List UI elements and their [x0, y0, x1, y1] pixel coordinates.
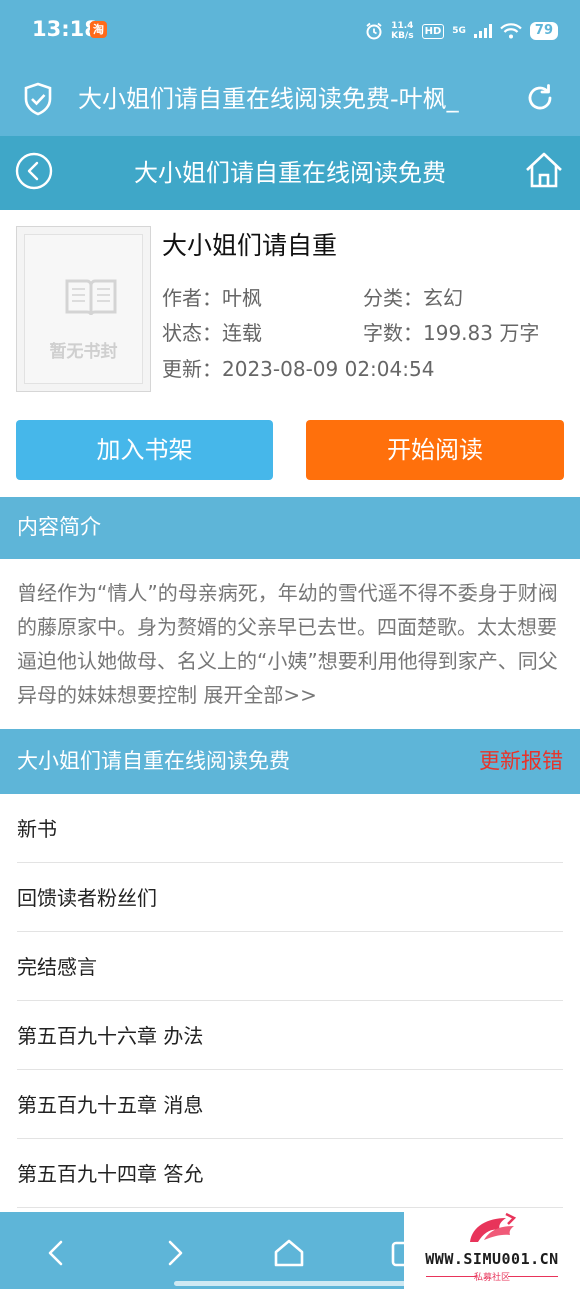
- watermark-divider-right: [508, 1276, 558, 1277]
- intro-heading: 内容简介: [17, 515, 101, 539]
- forward-arrow-icon[interactable]: [157, 1236, 191, 1270]
- status-bar: 13:18 淘 11.4 KB/s HD 5G 79: [0, 0, 580, 62]
- watermark: WWW.SIMU001.CN 私募社区: [404, 1208, 580, 1289]
- word-count-row: 字数：199.83 万字: [363, 318, 539, 348]
- report-error-link[interactable]: 更新报错: [479, 746, 563, 776]
- taobao-notification-icon: 淘: [90, 21, 107, 38]
- add-to-shelf-button[interactable]: 加入书架: [16, 420, 273, 480]
- chapter-item[interactable]: 完结感言: [0, 932, 580, 1001]
- intro-text: 曾经作为“情人”的母亲病死，年幼的雪代遥不得不委身于财阀的藤原家中。身为赘婿的父…: [17, 576, 565, 712]
- chapter-item[interactable]: 第五百九十六章 办法: [0, 1001, 580, 1070]
- book-cover: 暂无书封: [16, 226, 151, 392]
- category-value[interactable]: 玄幻: [423, 286, 463, 310]
- open-book-icon: [65, 279, 117, 316]
- author-value[interactable]: 叶枫: [222, 286, 262, 310]
- cover-placeholder: 暂无书封: [24, 234, 143, 384]
- gesture-bar[interactable]: [174, 1281, 406, 1286]
- net-speed: 11.4 KB/s: [391, 21, 413, 41]
- chapter-list-heading: 大小姐们请自重在线阅读免费: [17, 749, 290, 773]
- cell-signal-icon: [473, 24, 492, 38]
- chapter-title[interactable]: 回馈读者粉丝们: [17, 883, 157, 913]
- status-time: 13:18: [32, 17, 99, 41]
- cover-placeholder-text: 暂无书封: [49, 342, 118, 362]
- watermark-site: WWW.SIMU001.CN: [425, 1250, 559, 1268]
- book-title: 大小姐们请自重: [162, 231, 338, 260]
- net-speed-unit: KB/s: [391, 31, 414, 41]
- chapter-title[interactable]: 第五百九十六章 办法: [17, 1021, 203, 1051]
- page-header: 大小姐们请自重在线阅读免费: [0, 136, 580, 210]
- intro-header: 内容简介: [0, 497, 580, 559]
- shield-check-icon[interactable]: [23, 82, 53, 116]
- chapter-list-header: 大小姐们请自重在线阅读免费 更新报错: [0, 729, 580, 794]
- url-title[interactable]: 大小姐们请自重在线阅读免费-叶枫_: [78, 82, 504, 116]
- page-title: 大小姐们请自重在线阅读免费: [134, 159, 446, 187]
- updated-value: 2023-08-09 02:04:54: [222, 357, 435, 381]
- battery-level: 79: [529, 22, 558, 40]
- browser-address-bar: 大小姐们请自重在线阅读免费-叶枫_: [0, 62, 580, 136]
- chapter-title[interactable]: 第五百九十五章 消息: [17, 1090, 203, 1120]
- start-reading-button[interactable]: 开始阅读: [306, 420, 564, 480]
- alarm-icon: [366, 22, 382, 40]
- updated-label: 更新：: [162, 357, 222, 381]
- signal-5g: 5G: [452, 26, 466, 36]
- updated-row: 更新：2023-08-09 02:04:54: [162, 354, 434, 384]
- net-speed-value: 11.4: [391, 21, 414, 31]
- category-row: 分类：玄幻: [363, 283, 463, 313]
- chapter-title[interactable]: 新书: [17, 814, 57, 844]
- chapter-item[interactable]: 回馈读者粉丝们: [0, 863, 580, 932]
- chapter-title[interactable]: 完结感言: [17, 952, 97, 982]
- back-arrow-icon[interactable]: [40, 1236, 74, 1270]
- expand-all-link[interactable]: 展开全部>>: [203, 683, 317, 707]
- chapter-list: 新书 回馈读者粉丝们 完结感言 第五百九十六章 办法 第五百九十五章 消息 第五…: [0, 794, 580, 1208]
- reload-icon[interactable]: [524, 82, 556, 114]
- word-count-value: 199.83 万字: [423, 321, 540, 345]
- chapter-item[interactable]: 第五百九十四章 答允: [0, 1139, 580, 1208]
- author-label: 作者：: [162, 286, 222, 310]
- author-row: 作者：叶枫: [162, 283, 262, 313]
- chapter-title[interactable]: 第五百九十四章 答允: [17, 1159, 203, 1189]
- status-indicators: 11.4 KB/s HD 5G 79: [365, 18, 558, 44]
- word-count-label: 字数：: [363, 321, 423, 345]
- status-row: 状态：连载: [162, 318, 262, 348]
- status-label: 状态：: [162, 321, 222, 345]
- watermark-logo-icon: [470, 1212, 517, 1242]
- home-icon[interactable]: [524, 150, 564, 190]
- wifi-icon: [500, 23, 522, 39]
- status-value: 连载: [222, 321, 262, 345]
- home-outline-icon[interactable]: [272, 1236, 306, 1270]
- category-label: 分类：: [363, 286, 423, 310]
- hd-badge: HD: [421, 23, 445, 39]
- chapter-item[interactable]: 第五百九十五章 消息: [0, 1070, 580, 1139]
- chapter-item[interactable]: 新书: [0, 794, 580, 863]
- back-circle-icon[interactable]: [15, 152, 53, 190]
